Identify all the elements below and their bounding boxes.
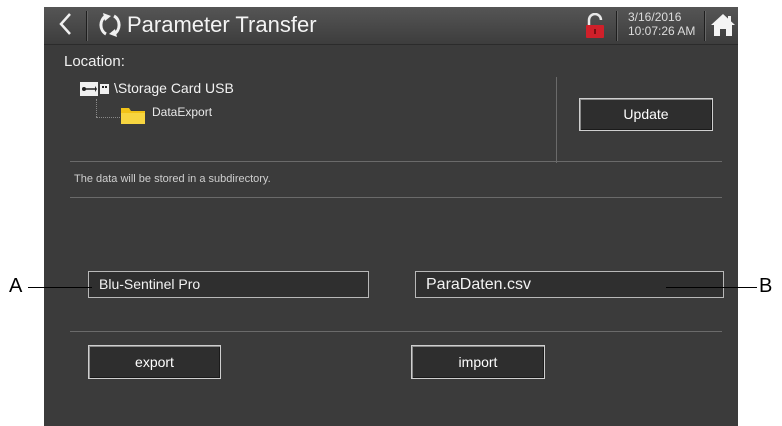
time-text: 10:07:26 AM: [628, 24, 696, 38]
location-label: Location:: [64, 53, 125, 70]
title-separator: [616, 11, 617, 41]
back-arrow-icon: [59, 13, 71, 35]
tree-connector: [96, 99, 97, 117]
import-button[interactable]: import: [411, 345, 545, 379]
callout-line-b: [666, 287, 757, 288]
title-separator: [86, 11, 87, 41]
vertical-divider: [556, 77, 557, 163]
page-title: Parameter Transfer: [127, 12, 317, 37]
update-button[interactable]: Update: [579, 98, 713, 131]
usb-storage-icon: [80, 82, 109, 96]
date-time-display: 3/16/2016 10:07:26 AM: [624, 10, 710, 42]
divider: [70, 197, 722, 198]
export-button[interactable]: export: [88, 345, 221, 379]
divider: [70, 161, 722, 162]
folder-icon: [121, 108, 145, 124]
callout-label-a: A: [9, 275, 23, 297]
callout-line-a: [28, 287, 92, 288]
date-text: 3/16/2016: [628, 10, 682, 24]
storage-note: The data will be stored in a subdirector…: [74, 173, 271, 185]
back-button[interactable]: [52, 10, 80, 40]
device-name-field[interactable]: Blu-Sentinel Pro: [88, 271, 369, 298]
lock-icon[interactable]: [584, 13, 606, 39]
home-icon[interactable]: [710, 12, 736, 38]
folder-name[interactable]: DataExport: [152, 105, 212, 119]
storage-location[interactable]: \Storage Card USB: [114, 80, 234, 96]
title-bar: Parameter Transfer 3/16/2016 10:07:26 AM: [44, 7, 738, 45]
title-separator: [704, 11, 705, 41]
tree-connector: [96, 117, 120, 118]
transfer-refresh-icon: [99, 13, 121, 37]
parameter-transfer-screen: Parameter Transfer 3/16/2016 10:07:26 AM…: [44, 7, 738, 426]
divider: [70, 331, 722, 332]
file-name-field[interactable]: ParaDaten.csv: [415, 271, 724, 298]
callout-label-b: B: [759, 275, 773, 297]
